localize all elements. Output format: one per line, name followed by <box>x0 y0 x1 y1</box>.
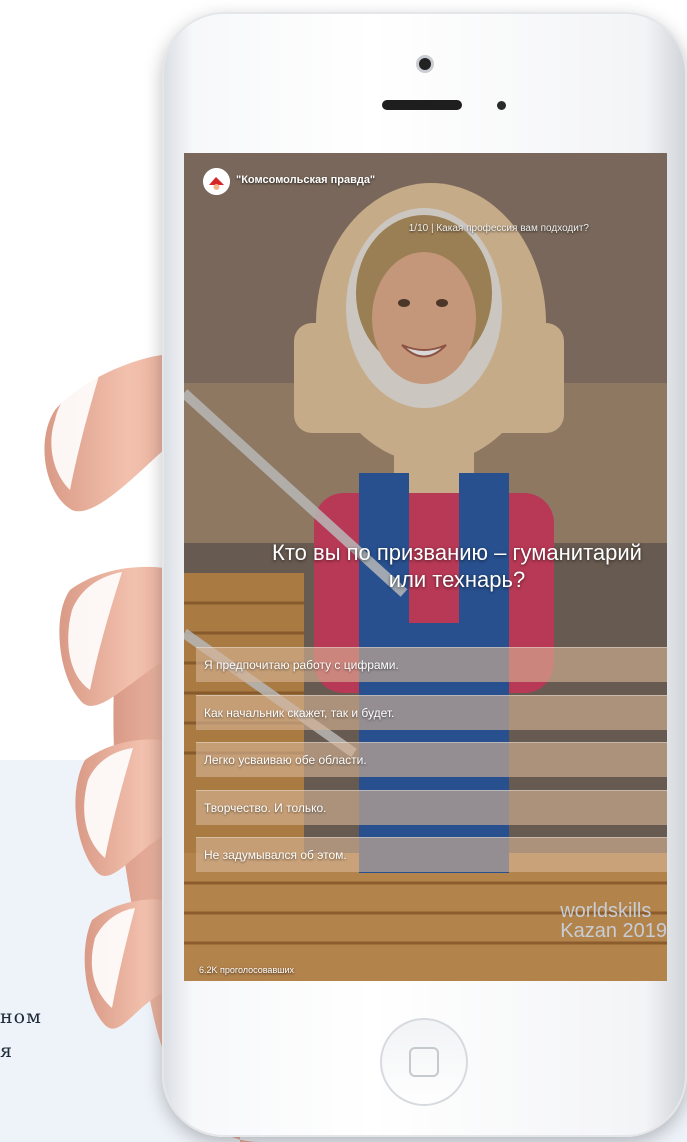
story-header: "Комсомольская правда" <box>184 153 667 213</box>
answer-option[interactable]: Творчество. И только. <box>196 789 667 825</box>
home-square-icon <box>409 1047 439 1077</box>
vote-count: 6.2K проголосовавших <box>199 965 294 975</box>
quiz-progress: 1/10 | Какая профессия вам подходит? <box>408 223 589 234</box>
quiz-question: Кто вы по призванию – гуманитарий или те… <box>272 540 642 592</box>
komsomolskaya-pravda-logo-icon <box>203 168 230 195</box>
watermark-line1: worldskills <box>560 900 652 922</box>
source-avatar[interactable] <box>203 168 230 195</box>
answer-option[interactable]: Как начальник скажет, так и будет. <box>196 694 667 730</box>
answer-option[interactable]: Не задумывался об этом. <box>196 837 667 872</box>
answer-list: Я предпочитаю работу с цифрами. Как нача… <box>196 647 667 885</box>
source-name[interactable]: "Комсомольская правда" <box>236 174 375 186</box>
proximity-sensor <box>497 101 506 110</box>
answer-option[interactable]: Я предпочитаю работу с цифрами. <box>196 647 667 682</box>
answer-option[interactable]: Легко усваиваю обе области. <box>196 742 667 777</box>
earpiece-speaker <box>382 100 462 110</box>
worldskills-logo-icon: worldskills Kazan 2019 <box>560 901 667 941</box>
front-camera <box>419 58 431 70</box>
home-button[interactable] <box>380 1018 468 1106</box>
story-screen[interactable]: "Комсомольская правда" 1/10 | Какая проф… <box>184 153 667 981</box>
watermark-line2: Kazan 2019 <box>560 920 667 942</box>
